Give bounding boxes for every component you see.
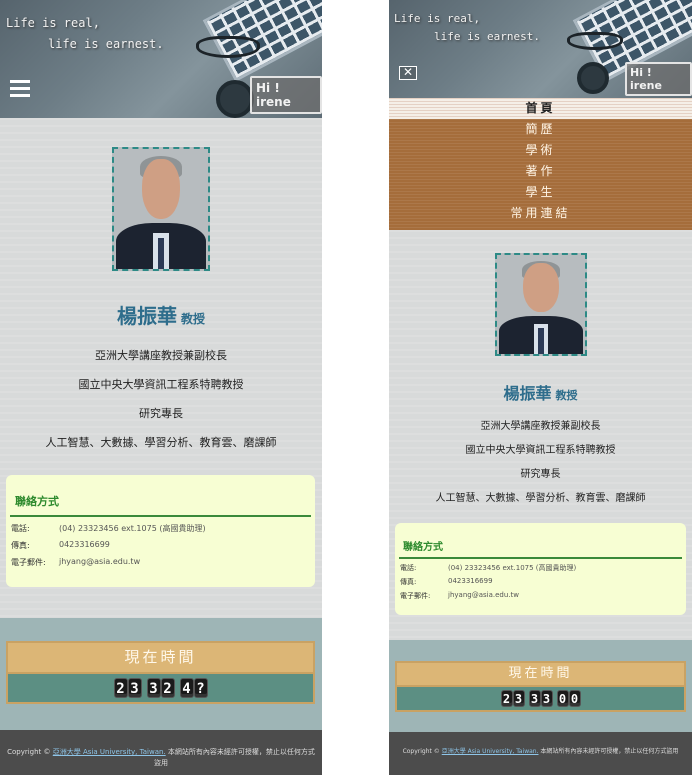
contact-row-phone: 電話: (04) 23323456 ext.1075 (高國貴助理) [6, 523, 315, 534]
clock-digit: 0 [568, 690, 581, 707]
phone-label: 電話: [400, 564, 417, 572]
footer: Copyright © 亞洲大學 Asia University, Taiwan… [0, 730, 322, 775]
contact-heading: 聯絡方式 [399, 523, 682, 559]
email-label: 電子郵件: [11, 558, 46, 567]
copyright-notice: 本網站所有內容未經許可授權，禁止以任何方式盜用 [154, 748, 315, 767]
email-label: 電子郵件: [400, 592, 431, 600]
clock-digit: 2 [160, 678, 175, 698]
header-banner: Life is real, life is earnest. Hi ! iren… [0, 0, 322, 118]
glasses-decoration [567, 32, 623, 50]
copyright-notice: 本網站所有內容未經許可授權，禁止以任何方式盜用 [540, 748, 679, 755]
research-areas: 人工智慧、大數據、學習分析、教育雲、磨課師 [435, 493, 646, 504]
contact-row-fax: 傳真: 0423316699 [395, 577, 686, 587]
position-line: 亞洲大學講座教授兼副校長 [480, 421, 601, 432]
header-banner: Life is real, life is earnest. ✕ Hi ! ir… [389, 0, 692, 98]
research-heading: 研究專長 [520, 469, 561, 480]
coffee-cup-decoration [577, 62, 609, 94]
menu-item-links[interactable]: 常用連結 [389, 203, 692, 224]
menu-item-resume[interactable]: 簡歷 [389, 119, 692, 140]
copyright-prefix: Copyright © [7, 748, 51, 756]
contact-row-fax: 傳真: 0423316699 [6, 540, 315, 551]
contact-card: 聯絡方式 電話: (04) 23323456 ext.1075 (高國貴助理) 傳… [395, 523, 686, 615]
clock-digit: 4 [179, 678, 194, 698]
phone-label: 電話: [11, 524, 30, 533]
fax-label: 傳真: [11, 541, 30, 550]
fax-value: 0423316699 [59, 540, 110, 549]
contact-row-email: 電子郵件: jhyang@asia.edu.tw [6, 557, 315, 568]
title-text: 教授 [555, 389, 578, 402]
clock-digit: ? [193, 678, 208, 698]
phone-value: (04) 23323456 ext.1075 (高國貴助理) [448, 564, 577, 572]
profile-photo [495, 253, 587, 356]
clock-digit: 3 [512, 690, 525, 707]
clock-digit: 3 [127, 678, 142, 698]
user-greeting-button[interactable]: Hi ! irene [625, 62, 692, 96]
clock-digit: 3 [528, 690, 541, 707]
nav-menu: 首頁 簡歷 學術 著作 學生 常用連結 [389, 98, 692, 230]
quote-line-2: life is earnest. [48, 37, 164, 51]
menu-item-students[interactable]: 學生 [389, 182, 692, 203]
clock-digit: 2 [500, 690, 513, 707]
menu-item-academic[interactable]: 學術 [389, 140, 692, 161]
menu-item-publications[interactable]: 著作 [389, 161, 692, 182]
user-greeting-button[interactable]: Hi ! irene [250, 76, 322, 114]
fax-label: 傳真: [400, 578, 417, 586]
clock-label: 現在時間 [6, 641, 315, 674]
digital-clock: 2 3 3 2 4 ? [6, 674, 315, 704]
profile-photo [112, 147, 210, 271]
menu-item-home[interactable]: 首頁 [389, 98, 692, 119]
clock-digit: 3 [540, 690, 553, 707]
digital-clock: 2 3 3 3 0 0 [395, 687, 686, 712]
clock-digit: 3 [146, 678, 161, 698]
contact-card: 聯絡方式 電話: (04) 23323456 ext.1075 (高國貴助理) 傳… [6, 475, 315, 587]
clock-digit: 0 [556, 690, 569, 707]
university-link[interactable]: 亞洲大學 Asia University, Taiwan. [53, 748, 166, 756]
affiliation-line: 國立中央大學資訊工程系特聘教授 [465, 445, 616, 456]
contact-heading: 聯絡方式 [10, 475, 311, 517]
university-link[interactable]: 亞洲大學 Asia University, Taiwan. [442, 748, 539, 755]
quote-line-1: Life is real, [6, 16, 100, 30]
phone-value: (04) 23323456 ext.1075 (高國貴助理) [59, 524, 206, 533]
footer: Copyright © 亞洲大學 Asia University, Taiwan… [389, 732, 692, 775]
professor-name: 楊振華 教授 [389, 380, 692, 404]
contact-row-phone: 電話: (04) 23323456 ext.1075 (高國貴助理) [395, 563, 686, 573]
email-value[interactable]: jhyang@asia.edu.tw [448, 591, 519, 601]
glasses-decoration [196, 36, 260, 58]
name-text: 楊振華 [503, 384, 552, 403]
fax-value: 0423316699 [448, 577, 493, 585]
close-icon[interactable]: ✕ [399, 66, 417, 80]
copyright-prefix: Copyright © [402, 748, 440, 755]
hamburger-icon[interactable] [10, 80, 30, 100]
quote-line-1: Life is real, [394, 12, 481, 25]
coffee-cup-decoration [216, 80, 254, 118]
contact-row-email: 電子郵件: jhyang@asia.edu.tw [395, 591, 686, 601]
clock-digit: 2 [113, 678, 128, 698]
clock-label: 現在時間 [395, 661, 686, 687]
email-value[interactable]: jhyang@asia.edu.tw [59, 557, 140, 568]
quote-line-2: life is earnest. [434, 30, 540, 43]
